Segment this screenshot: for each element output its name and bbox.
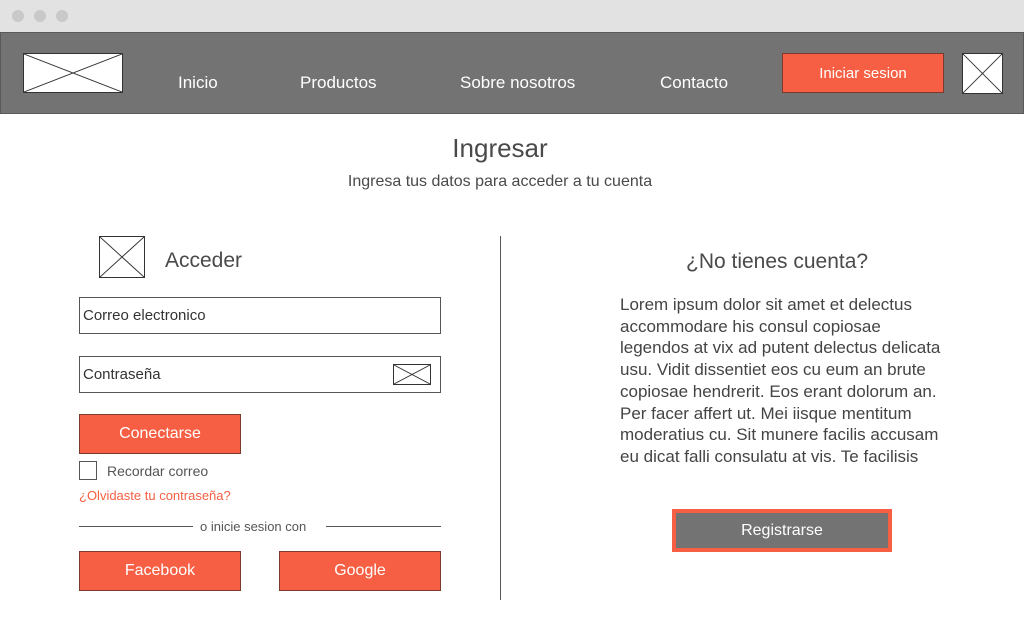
close-window-dot[interactable] [12, 10, 24, 22]
connect-button[interactable]: Conectarse [79, 414, 241, 454]
login-nav-button[interactable]: Iniciar sesion [782, 53, 944, 93]
register-description: Lorem ipsum dolor sit amet et delectus a… [620, 295, 941, 466]
separator-text: o inicie sesion con [200, 519, 307, 534]
email-field[interactable] [79, 297, 441, 334]
register-heading: ¿No tienes cuenta? [686, 250, 869, 273]
forgot-password-link[interactable]: ¿Olvidaste tu contraseña? [79, 488, 231, 503]
separator-line-left [79, 526, 193, 527]
page-title: Ingresar [452, 133, 548, 163]
password-input[interactable] [80, 357, 440, 392]
facebook-button[interactable]: Facebook [79, 551, 241, 591]
separator-line-right [326, 526, 441, 527]
logo-placeholder-icon[interactable] [23, 53, 123, 93]
login-placeholder-icon [99, 236, 145, 278]
nav-link-inicio[interactable]: Inicio [178, 72, 218, 94]
nav-link-productos[interactable]: Productos [300, 72, 377, 94]
user-placeholder-icon[interactable] [962, 53, 1003, 94]
remember-label: Recordar correo [107, 463, 209, 479]
browser-window: Inicio Productos Sobre nosotros Contacto… [0, 0, 1024, 631]
column-divider [500, 236, 501, 600]
nav-link-contacto[interactable]: Contacto [660, 72, 728, 94]
envelope-icon[interactable] [393, 364, 431, 385]
register-button[interactable]: Registrarse [676, 513, 888, 548]
register-button-border[interactable]: Registrarse [672, 509, 892, 552]
google-button[interactable]: Google [279, 551, 441, 591]
nav-link-sobre-nosotros[interactable]: Sobre nosotros [460, 72, 575, 94]
minimize-window-dot[interactable] [34, 10, 46, 22]
window-titlebar [0, 0, 1024, 32]
remember-checkbox[interactable] [79, 461, 97, 480]
maximize-window-dot[interactable] [56, 10, 68, 22]
password-field[interactable] [79, 356, 441, 393]
email-input[interactable] [80, 298, 440, 333]
login-heading: Acceder [165, 249, 243, 272]
page-subtitle: Ingresa tus datos para acceder a tu cuen… [347, 173, 653, 190]
